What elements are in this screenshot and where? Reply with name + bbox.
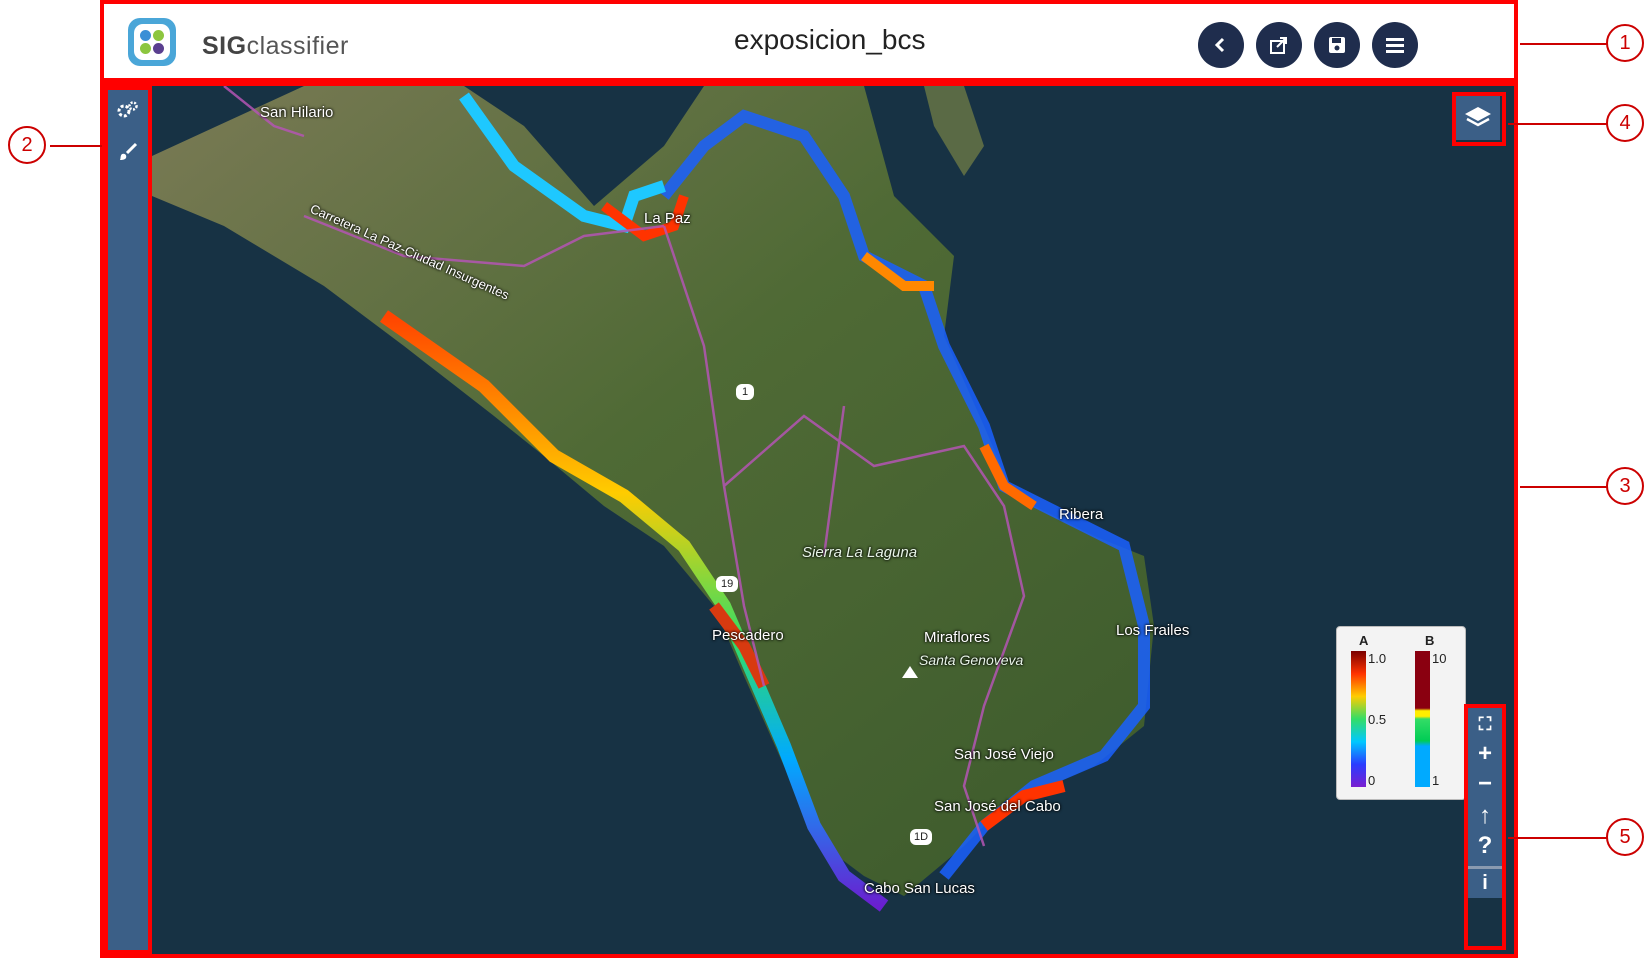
map-highlight xyxy=(100,82,1518,958)
sidebar-highlight xyxy=(104,86,152,954)
header-highlight xyxy=(100,0,1518,82)
callout-1: 1 xyxy=(1606,24,1644,62)
callout-4: 4 xyxy=(1606,104,1644,142)
controls-highlight xyxy=(1464,704,1506,950)
callout-5: 5 xyxy=(1606,818,1644,856)
callout-3: 3 xyxy=(1606,467,1644,505)
callout-arrow xyxy=(1520,43,1608,45)
callout-arrow xyxy=(50,145,102,147)
callout-arrow xyxy=(1508,837,1608,839)
callout-arrow xyxy=(1508,123,1608,125)
callout-2: 2 xyxy=(8,126,46,164)
callout-arrow xyxy=(1520,486,1608,488)
layers-highlight xyxy=(1452,92,1506,146)
